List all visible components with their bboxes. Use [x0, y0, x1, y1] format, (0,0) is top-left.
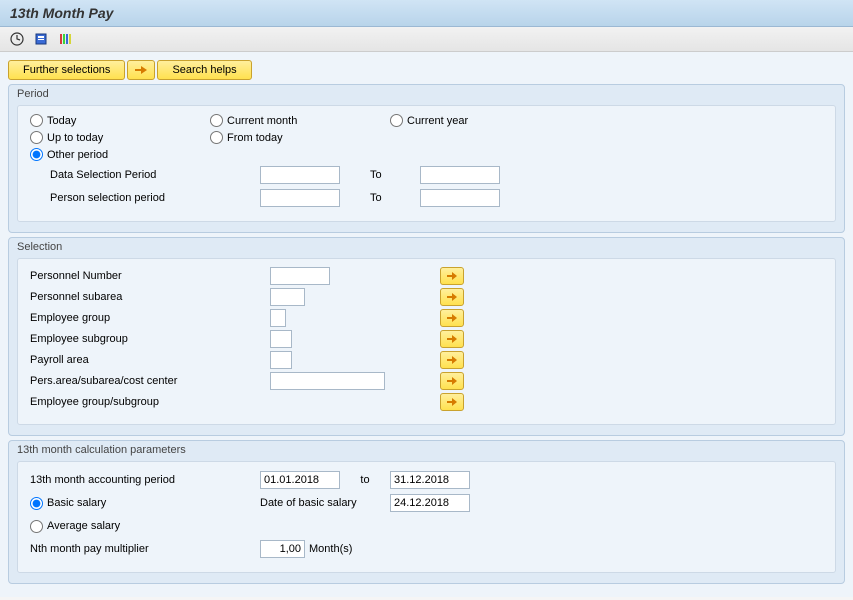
- variant-icon[interactable]: [32, 31, 50, 47]
- selection-group: Selection Personnel Number Personnel sub…: [8, 237, 845, 436]
- input-person-from[interactable]: [260, 189, 340, 207]
- options-icon[interactable]: [56, 31, 74, 47]
- multiselect-payroll-area[interactable]: [440, 351, 464, 369]
- multiselect-employee-group-subgroup[interactable]: [440, 393, 464, 411]
- label-months: Month(s): [305, 543, 352, 555]
- label-personnel-number: Personnel Number: [30, 270, 270, 282]
- period-title: Period: [17, 87, 836, 101]
- multiselect-employee-subgroup[interactable]: [440, 330, 464, 348]
- label-pers-area: Pers.area/subarea/cost center: [30, 375, 270, 387]
- arrow-button[interactable]: [127, 60, 155, 80]
- radio-other-period[interactable]: [30, 148, 43, 161]
- radio-current-month[interactable]: [210, 114, 223, 127]
- label-up-to-today[interactable]: Up to today: [47, 132, 103, 144]
- app-toolbar: [0, 27, 853, 52]
- radio-from-today[interactable]: [210, 131, 223, 144]
- multiselect-personnel-number[interactable]: [440, 267, 464, 285]
- input-personnel-subarea[interactable]: [270, 288, 305, 306]
- label-from-today[interactable]: From today: [227, 132, 283, 144]
- input-person-to[interactable]: [420, 189, 500, 207]
- input-employee-subgroup[interactable]: [270, 330, 292, 348]
- label-today[interactable]: Today: [47, 115, 76, 127]
- label-multiplier: Nth month pay multiplier: [30, 543, 260, 555]
- multiselect-employee-group[interactable]: [440, 309, 464, 327]
- label-employee-subgroup: Employee subgroup: [30, 333, 270, 345]
- period-inner: Today Current month Current year Up to t…: [17, 105, 836, 222]
- search-helps-button[interactable]: Search helps: [157, 60, 251, 80]
- label-personnel-subarea: Personnel subarea: [30, 291, 270, 303]
- content-area: Further selections Search helps Period T…: [0, 52, 853, 597]
- label-data-selection: Data Selection Period: [30, 169, 260, 181]
- label-current-month[interactable]: Current month: [227, 115, 297, 127]
- input-personnel-number[interactable]: [270, 267, 330, 285]
- selection-title: Selection: [17, 240, 836, 254]
- further-selections-button[interactable]: Further selections: [8, 60, 125, 80]
- input-payroll-area[interactable]: [270, 351, 292, 369]
- selection-inner: Personnel Number Personnel subarea Emplo…: [17, 258, 836, 425]
- input-employee-group[interactable]: [270, 309, 286, 327]
- radio-basic-salary[interactable]: [30, 497, 43, 510]
- label-person-selection: Person selection period: [30, 192, 260, 204]
- multiselect-personnel-subarea[interactable]: [440, 288, 464, 306]
- label-to-1: To: [340, 169, 420, 181]
- label-accounting-period: 13th month accounting period: [30, 474, 260, 486]
- execute-icon[interactable]: [8, 31, 26, 47]
- radio-average-salary[interactable]: [30, 520, 43, 533]
- button-row: Further selections Search helps: [8, 60, 845, 80]
- input-data-from[interactable]: [260, 166, 340, 184]
- label-payroll-area: Payroll area: [30, 354, 270, 366]
- title-bar: 13th Month Pay: [0, 0, 853, 27]
- label-calc-to: to: [340, 474, 390, 486]
- label-other-period[interactable]: Other period: [47, 149, 108, 161]
- input-period-to[interactable]: [390, 471, 470, 489]
- input-basic-salary-date[interactable]: [390, 494, 470, 512]
- label-employee-group-subgroup: Employee group/subgroup: [30, 396, 270, 408]
- calc-title: 13th month calculation parameters: [17, 443, 836, 457]
- radio-up-to-today[interactable]: [30, 131, 43, 144]
- multiselect-pers-area[interactable]: [440, 372, 464, 390]
- label-average-salary[interactable]: Average salary: [47, 520, 120, 532]
- input-data-to[interactable]: [420, 166, 500, 184]
- radio-current-year[interactable]: [390, 114, 403, 127]
- period-group: Period Today Current month Current year: [8, 84, 845, 233]
- input-multiplier[interactable]: [260, 540, 305, 558]
- calc-group: 13th month calculation parameters 13th m…: [8, 440, 845, 584]
- radio-today[interactable]: [30, 114, 43, 127]
- page-title: 13th Month Pay: [10, 5, 843, 21]
- calc-inner: 13th month accounting period to Basic sa…: [17, 461, 836, 573]
- label-date-basic-salary: Date of basic salary: [260, 497, 390, 509]
- input-pers-area[interactable]: [270, 372, 385, 390]
- label-current-year[interactable]: Current year: [407, 115, 468, 127]
- label-basic-salary[interactable]: Basic salary: [47, 497, 106, 509]
- label-employee-group: Employee group: [30, 312, 270, 324]
- input-period-from[interactable]: [260, 471, 340, 489]
- label-to-2: To: [340, 192, 420, 204]
